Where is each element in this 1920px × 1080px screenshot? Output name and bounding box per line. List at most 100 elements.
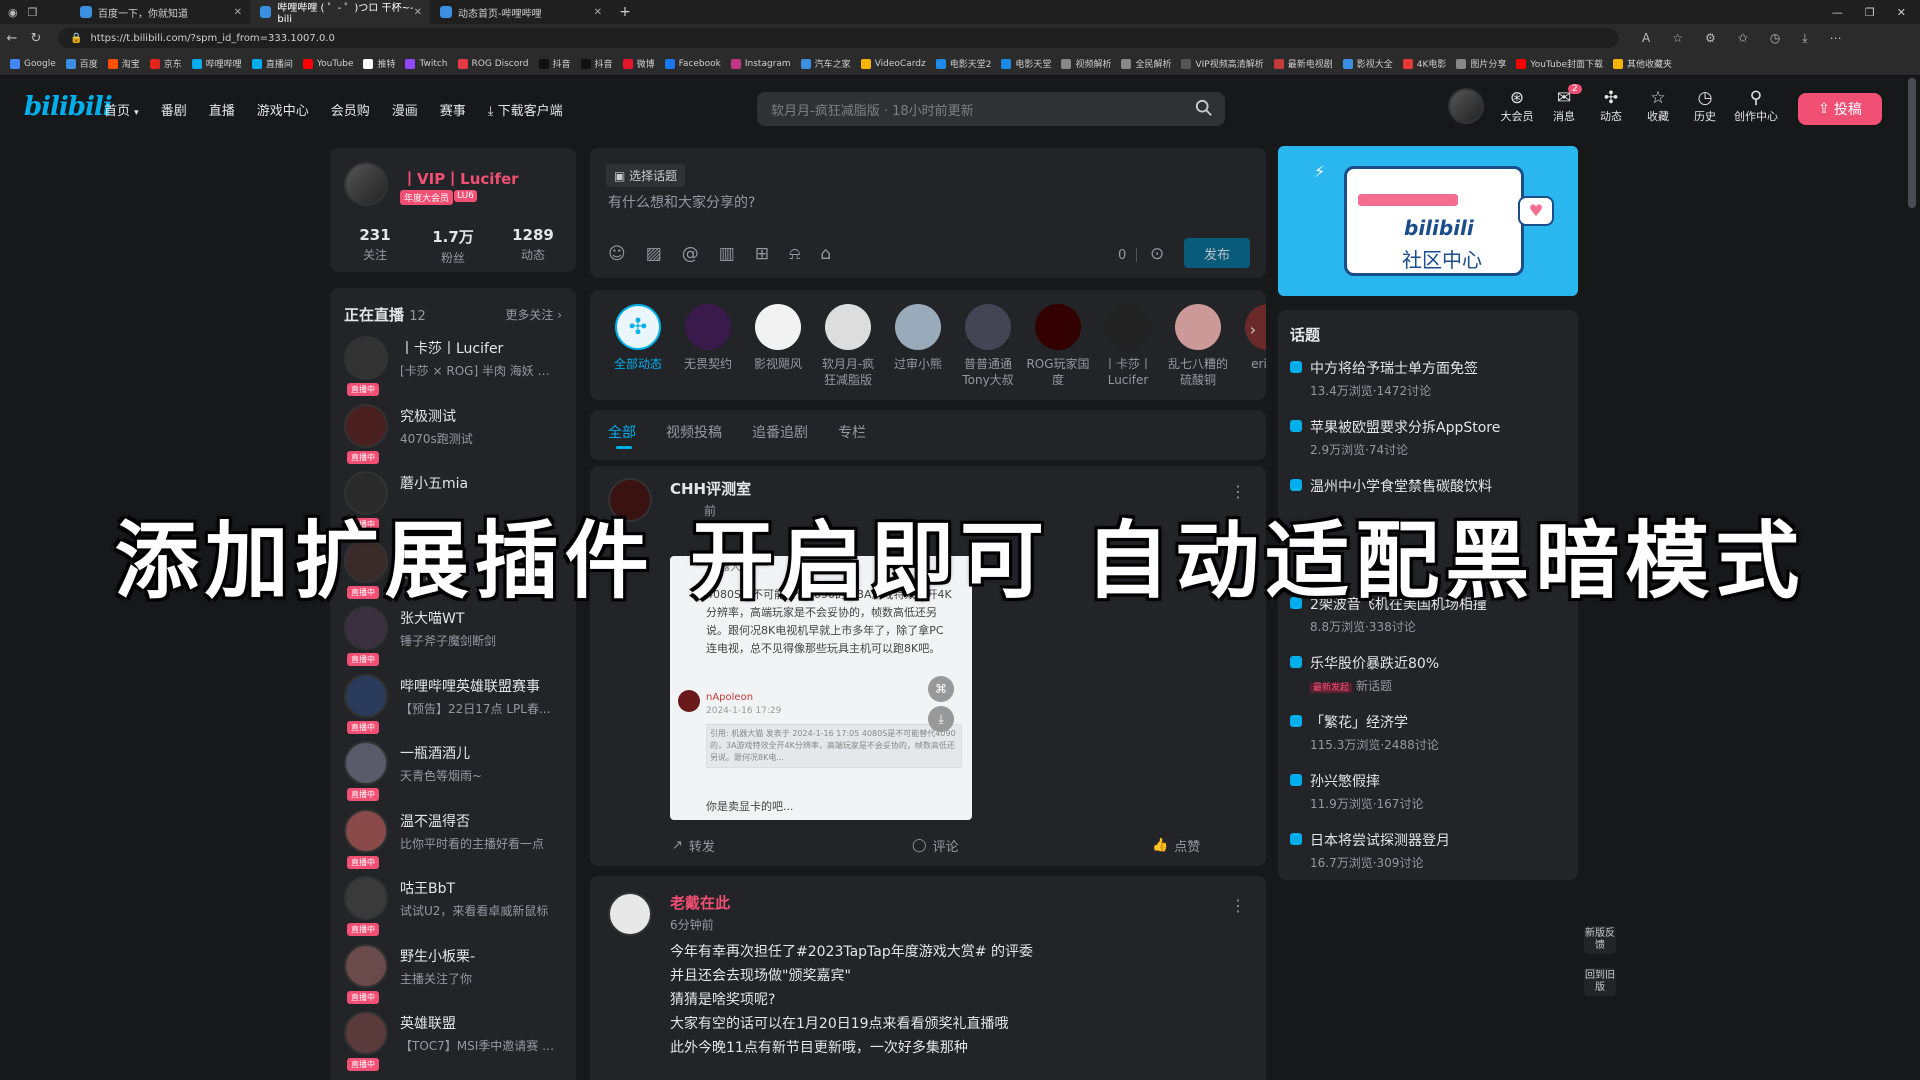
live-more-link[interactable]: 更多关注 › <box>505 306 562 323</box>
mention-icon[interactable]: @ <box>682 244 699 264</box>
live-item[interactable]: 直播中 野生小板栗- 主播关注了你 <box>344 943 564 1004</box>
like-button[interactable]: 👍 点赞 <box>1152 836 1200 855</box>
favorites-icon[interactable]: ✩ <box>1738 31 1748 46</box>
header-favorites[interactable]: ☆ 收藏 <box>1636 88 1680 124</box>
comment-button[interactable]: ◯ 评论 <box>912 836 959 855</box>
up-avatar[interactable] <box>965 304 1011 350</box>
tab-all[interactable]: 全部 <box>608 422 636 442</box>
topic-item[interactable]: 乐华股价暴跌近80% 最新发起 新话题 <box>1290 653 1439 694</box>
close-icon[interactable]: ✕ <box>594 7 602 18</box>
share-button[interactable]: ↗ 转发 <box>672 836 715 855</box>
up-name[interactable]: 普普通通Tony大叔 <box>956 356 1020 388</box>
tab-video[interactable]: 视频投稿 <box>666 422 722 442</box>
live-item[interactable]: 直播中 温不温得否 比你平时看的主播好看一点 <box>344 808 564 869</box>
lottery-icon[interactable]: ⌂ <box>820 244 831 264</box>
topic-item[interactable]: 孙兴慜假摔 11.9万浏览·167讨论 <box>1290 771 1423 812</box>
new-tab-button[interactable]: + <box>610 0 640 24</box>
close-icon[interactable]: ✕ <box>234 7 242 18</box>
qr-icon[interactable]: ⌘ <box>928 676 954 702</box>
bookmark-item[interactable]: YouTube <box>302 58 353 69</box>
nav-live[interactable]: 直播 <box>209 100 235 119</box>
bookmark-item[interactable]: Facebook <box>664 58 721 69</box>
up-name[interactable]: 过审小熊 <box>886 356 950 372</box>
search-input[interactable]: 软月月-疯狂减脂版 · 18小时前更新 <box>757 92 1225 126</box>
workspaces-icon[interactable]: ❐ <box>28 6 38 19</box>
bookmark-item[interactable]: 推特 <box>363 57 395 70</box>
nav-home[interactable]: 首页 ▾ <box>104 100 139 119</box>
bookmark-item[interactable]: 电影天堂 <box>1001 57 1051 70</box>
header-dynamic[interactable]: ✣ 动态 <box>1589 88 1633 124</box>
header-vip[interactable]: ⊛ 大会员 <box>1495 88 1539 124</box>
back-icon[interactable]: ← <box>0 31 24 46</box>
profile-avatar[interactable] <box>344 162 388 206</box>
bookmark-item[interactable]: 视频解析 <box>1061 57 1111 70</box>
live-item[interactable]: 直播中 哔哩哔哩英雄联盟赛事 【预告】22日17点 LPL春... <box>344 673 564 734</box>
favorite-star-icon[interactable]: ☆ <box>1672 31 1683 46</box>
live-item[interactable]: 直播中 究极测试 4070s跑测试 <box>344 403 564 464</box>
bookmark-item[interactable]: Twitch <box>405 58 448 69</box>
search-icon[interactable] <box>1195 99 1213 117</box>
download-icon[interactable]: ⤓ <box>1802 31 1807 46</box>
bookmark-item[interactable]: 微博 <box>622 57 655 70</box>
up-name[interactable]: 乱七八糟的硫酸铜 <box>1166 356 1230 388</box>
up-name[interactable]: ROG玩家国度 <box>1026 356 1090 388</box>
profile-icon[interactable]: ◉ <box>8 6 18 19</box>
close-icon[interactable]: ✕ <box>414 7 422 18</box>
feedback-button[interactable]: 新版反馈 <box>1584 926 1616 954</box>
post-author-avatar[interactable] <box>608 892 652 936</box>
up-avatar[interactable] <box>1175 304 1221 350</box>
bookmark-item[interactable]: 4K电影 <box>1402 57 1446 70</box>
bell-icon[interactable]: ⍾ <box>789 244 800 264</box>
bookmark-item[interactable]: 最新电视剧 <box>1273 57 1333 70</box>
up-name[interactable]: 影视飓风 <box>746 356 810 372</box>
vote-icon[interactable]: ▥ <box>719 244 735 264</box>
download-image-icon[interactable]: ⤓ <box>928 706 954 732</box>
profile-name[interactable]: 丨VIP丨Lucifer <box>402 168 519 189</box>
chevron-right-icon[interactable]: › <box>1250 320 1256 339</box>
publish-button[interactable]: 发布 <box>1184 238 1250 268</box>
stat-dynamics[interactable]: 1289 动态 <box>508 226 558 263</box>
url-field[interactable]: 🔒 https://t.bilibili.com/?spm_id_from=33… <box>58 28 1618 48</box>
old-version-button[interactable]: 回到旧版 <box>1584 968 1616 996</box>
emoji-icon[interactable]: ☺ <box>608 244 626 264</box>
upload-button[interactable]: ⇪ 投稿 <box>1798 93 1882 125</box>
nav-download-client[interactable]: ⤓ 下载客户端 <box>488 100 563 119</box>
bookmark-item[interactable]: 哔哩哔哩 <box>191 57 242 70</box>
gift-icon[interactable]: ⊞ <box>755 244 769 264</box>
bookmark-item[interactable]: 淘宝 <box>107 57 140 70</box>
bookmark-item[interactable]: 汽车之家 <box>800 57 851 70</box>
topic-select-button[interactable]: ▣ 选择话题 <box>606 164 686 187</box>
nav-manga[interactable]: 漫画 <box>392 100 418 119</box>
up-avatar[interactable] <box>1035 304 1081 350</box>
up-avatar[interactable] <box>685 304 731 350</box>
up-name[interactable]: 丨卡莎丨Lucifer <box>1096 356 1160 388</box>
community-center-banner[interactable]: bilibili 社区中心 ♥ ⚡ <box>1278 146 1578 296</box>
bookmark-item[interactable]: 京东 <box>149 57 182 70</box>
history-icon[interactable]: ◷ <box>1770 31 1780 46</box>
bilibili-logo[interactable]: bilibili <box>24 92 113 122</box>
live-item[interactable]: 直播中 英雄联盟 【TOC7】MSI季中邀请赛 D... <box>344 1011 564 1071</box>
header-creator-center[interactable]: ⚲ 创作中心 <box>1730 88 1782 124</box>
extensions-icon[interactable]: ⚙ <box>1705 31 1716 46</box>
header-history[interactable]: ◷ 历史 <box>1683 88 1727 124</box>
nav-game-center[interactable]: 游戏中心 <box>257 100 309 119</box>
more-options-icon[interactable]: ⋮ <box>1230 896 1246 915</box>
bookmark-item[interactable]: 其他收藏夹 <box>1613 57 1672 70</box>
maximize-icon[interactable]: ❐ <box>1865 6 1875 19</box>
settings-icon[interactable]: ⊙ <box>1150 244 1164 264</box>
image-icon[interactable]: ▨ <box>646 244 662 264</box>
bookmark-item[interactable]: 抖音 <box>538 57 571 70</box>
post-author-name[interactable]: 老戴在此 <box>670 892 730 913</box>
bookmark-item[interactable]: Instagram <box>730 58 791 69</box>
bookmark-item[interactable]: VideoCardz <box>860 58 926 69</box>
reload-icon[interactable]: ↻ <box>24 31 48 46</box>
bookmark-item[interactable]: YouTube封面下载 <box>1516 57 1603 70</box>
topic-item[interactable]: 「繁花」经济学 115.3万浏览·2488讨论 <box>1290 712 1439 753</box>
tab-article[interactable]: 专栏 <box>838 422 866 442</box>
stat-fans[interactable]: 1.7万 粉丝 <box>428 226 478 266</box>
bookmark-item[interactable]: 直播间 <box>251 57 293 70</box>
up-avatar[interactable] <box>825 304 871 350</box>
live-item[interactable]: 直播中 丨卡莎丨Lucifer [卡莎 × ROG] 半肉 海妖 暴击 <box>344 336 564 396</box>
bookmark-item[interactable]: 电影天堂2 <box>935 57 991 70</box>
read-aloud-icon[interactable]: A <box>1642 31 1650 46</box>
